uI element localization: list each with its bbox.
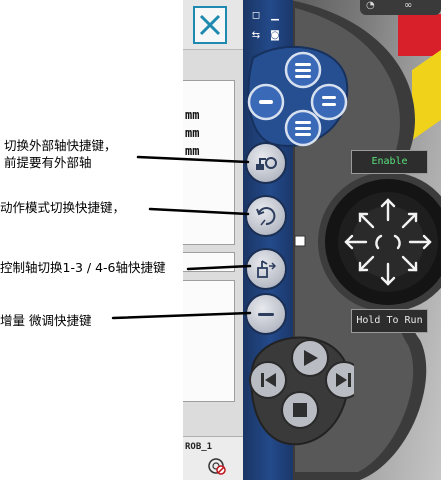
pointer-line [186, 264, 252, 271]
pointer-line [136, 155, 250, 164]
annotation-pointers [111, 155, 252, 320]
pointer-line [111, 311, 252, 320]
pointer-line [148, 207, 250, 216]
